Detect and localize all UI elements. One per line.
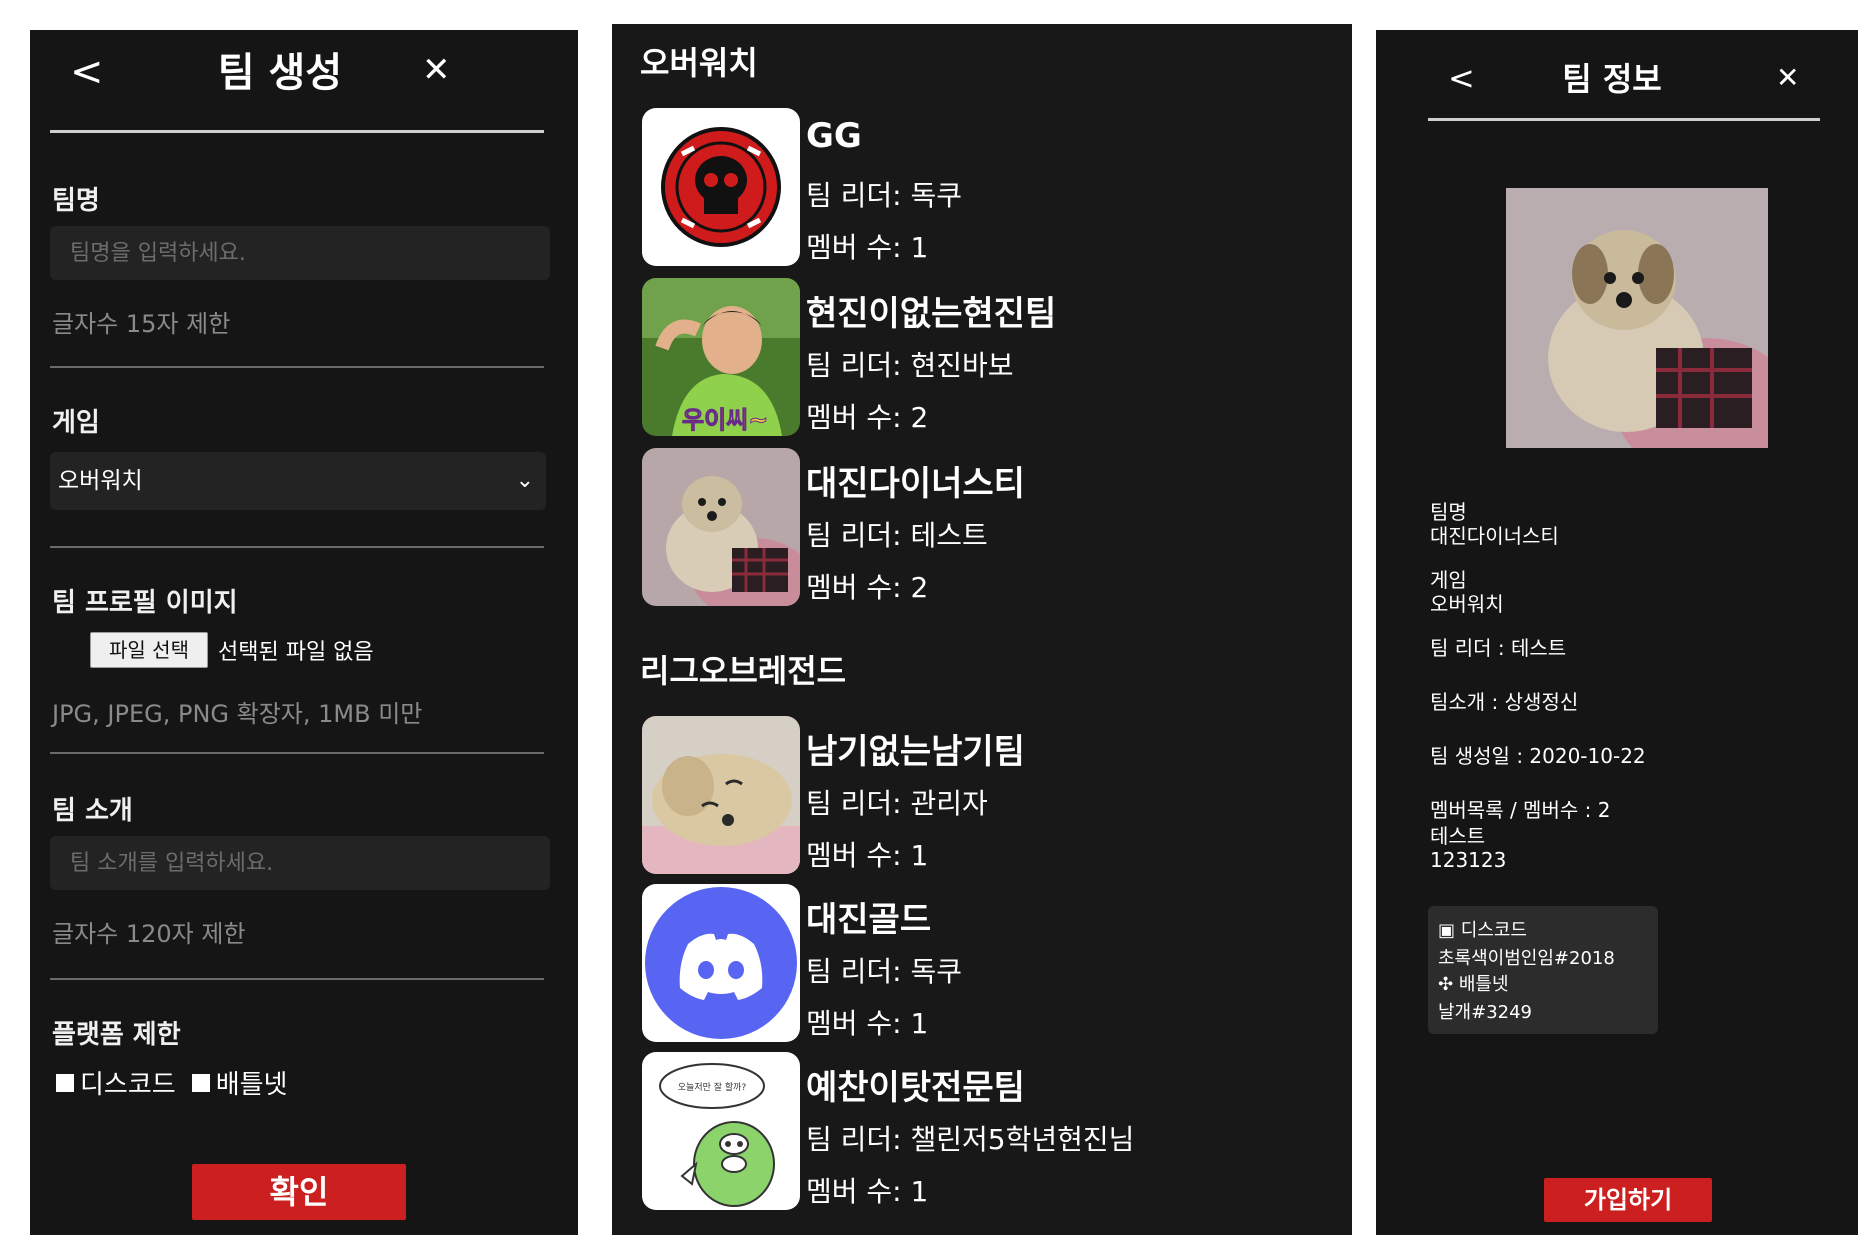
team-profile-image <box>1506 188 1768 448</box>
team-intro: 팀소개 : 상생정신 <box>1430 690 1579 714</box>
team-name: 대진골드 <box>806 900 932 940</box>
discord-row: ▣ 디스코드 <box>1438 916 1527 942</box>
member-item: 123123 <box>1430 848 1507 872</box>
section-title-overwatch: 오버워치 <box>640 44 758 82</box>
section-title-lol: 리그오브레전드 <box>640 652 847 690</box>
chevron-down-icon: ⌄ <box>515 468 534 493</box>
team-info-panel: < 팀 정보 ✕ 팀명 대진다이너스티 게임 오버워치 팀 리더 : 테스트 팀… <box>1376 30 1858 1235</box>
team-member-count: 멤버 수: 2 <box>806 571 929 604</box>
team-leader: 팀 리더: 독쿠 <box>806 179 963 212</box>
team-card[interactable]: 대진골드 팀 리더: 독쿠 멤버 수: 1 <box>642 884 1342 1042</box>
team-card[interactable]: GG 팀 리더: 독쿠 멤버 수: 1 <box>642 108 1342 266</box>
file-status: 선택된 파일 없음 <box>218 640 374 665</box>
battlenet-row: ✣ 배틀넷 <box>1438 970 1509 996</box>
game-select[interactable]: 오버워치 ⌄ <box>50 452 546 510</box>
discord-icon: ▣ <box>1438 920 1456 941</box>
team-member-count: 멤버 수: 1 <box>806 1007 929 1040</box>
team-leader: 팀 리더: 현진바보 <box>806 349 1014 382</box>
team-member-count: 멤버 수: 1 <box>806 1175 929 1208</box>
team-thumbnail <box>642 884 800 1042</box>
team-name-label: 팀명 <box>52 186 100 216</box>
team-member-count: 멤버 수: 1 <box>806 839 929 872</box>
page-title: 팀 정보 <box>1562 60 1662 98</box>
discord-checkbox[interactable] <box>56 1073 74 1092</box>
person-photo-icon: 우이씨~ <box>642 278 800 436</box>
close-button[interactable]: ✕ <box>422 50 451 90</box>
team-name: 대진다이너스티 <box>806 464 1025 504</box>
discord-checkbox-option[interactable]: 디스코드 <box>56 1064 176 1101</box>
battlenet-checkbox-label: 배틀넷 <box>215 1070 288 1100</box>
intro-label: 팀 소개 <box>52 796 133 826</box>
team-leader: 팀 리더: 독쿠 <box>806 955 963 988</box>
discord-label: 디스코드 <box>1460 920 1527 941</box>
platform-label: 플랫폼 제한 <box>52 1020 181 1050</box>
battlenet-checkbox[interactable] <box>191 1073 210 1092</box>
battlenet-id: 날개#3249 <box>1438 1002 1533 1023</box>
discord-id: 초록색이범인임#2018 <box>1438 948 1615 969</box>
divider <box>50 546 544 548</box>
team-member-count: 멤버 수: 1 <box>806 231 929 264</box>
team-name-hint: 글자수 15자 제한 <box>52 310 231 338</box>
game-select-value: 오버워치 <box>58 468 143 494</box>
member-item: 테스트 <box>1430 824 1486 848</box>
battlenet-label: 배틀넷 <box>1458 974 1509 995</box>
confirm-button[interactable]: 확인 <box>192 1164 406 1220</box>
created-date: 팀 생성일 : 2020-10-22 <box>1430 744 1646 768</box>
image-hint: JPG, JPEG, PNG 확장자, 1MB 미만 <box>52 700 423 728</box>
team-member-count: 멤버 수: 2 <box>806 401 929 434</box>
svg-text:오늘저만 잘 할까?: 오늘저만 잘 할까? <box>678 1081 747 1093</box>
team-leader: 팀 리더 : 테스트 <box>1430 636 1567 660</box>
image-label: 팀 프로필 이미지 <box>52 588 238 618</box>
divider <box>50 752 544 754</box>
divider <box>50 978 544 980</box>
divider <box>50 366 544 368</box>
discord-checkbox-label: 디스코드 <box>80 1070 176 1100</box>
red-skull-logo-icon <box>661 127 781 247</box>
back-button[interactable]: < <box>1448 58 1475 98</box>
team-thumbnail <box>642 716 800 874</box>
team-leader: 팀 리더: 챌린저5학년현진님 <box>806 1123 1135 1156</box>
header-divider <box>1428 118 1820 121</box>
team-list-panel: 오버워치 GG 팀 리더: 독쿠 멤버 수: 1 우이씨~ 현진이없는현진팀 팀… <box>612 24 1352 1235</box>
dog-photo-icon <box>1506 188 1768 448</box>
battlenet-icon: ✣ <box>1438 974 1454 995</box>
team-card[interactable]: 남기없는남기팀 팀 리더: 관리자 멤버 수: 1 <box>642 716 1342 874</box>
team-thumbnail: 우이씨~ <box>642 278 800 436</box>
dog-lying-photo-icon <box>642 716 800 874</box>
dog-photo-icon <box>642 448 800 606</box>
team-thumbnail: 오늘저만 잘 할까? <box>642 1052 800 1210</box>
header-divider <box>50 130 544 133</box>
join-button[interactable]: 가입하기 <box>1544 1178 1712 1222</box>
team-thumbnail <box>642 448 800 606</box>
team-leader: 팀 리더: 관리자 <box>806 787 988 820</box>
intro-hint: 글자수 120자 제한 <box>52 920 246 948</box>
battlenet-checkbox-option[interactable]: 배틀넷 <box>191 1064 288 1101</box>
team-card[interactable]: 우이씨~ 현진이없는현진팀 팀 리더: 현진바보 멤버 수: 2 <box>642 278 1342 436</box>
intro-input[interactable] <box>50 836 550 890</box>
team-leader: 팀 리더: 테스트 <box>806 519 988 552</box>
game-label: 게임 <box>52 408 100 438</box>
team-card[interactable]: 대진다이너스티 팀 리더: 테스트 멤버 수: 2 <box>642 448 1342 606</box>
team-thumbnail <box>642 108 800 266</box>
team-card[interactable]: 오늘저만 잘 할까? 예찬이탓전문팀 팀 리더: 챌린저5학년현진님 멤버 수:… <box>642 1052 1342 1210</box>
team-name-input[interactable] <box>50 226 550 280</box>
team-name: GG <box>806 116 862 156</box>
team-name: 현진이없는현진팀 <box>806 294 1057 334</box>
team-name: 예찬이탓전문팀 <box>806 1068 1025 1108</box>
file-select-button[interactable]: 파일 선택 <box>90 632 208 668</box>
platform-box: ▣ 디스코드 초록색이범인임#2018 ✣ 배틀넷 날개#3249 <box>1428 906 1658 1034</box>
game-value: 오버워치 <box>1430 592 1504 616</box>
close-button[interactable]: ✕ <box>1776 58 1799 98</box>
team-name-value: 대진다이너스티 <box>1430 524 1559 548</box>
team-create-panel: < 팀 생성 ✕ 팀명 글자수 15자 제한 게임 오버워치 ⌄ 팀 프로필 이… <box>30 30 578 1235</box>
team-name: 남기없는남기팀 <box>806 732 1025 772</box>
green-cartoon-icon: 오늘저만 잘 할까? <box>659 1063 775 1207</box>
discord-logo-icon <box>645 887 797 1039</box>
member-list-header: 멤버목록 / 멤버수 : 2 <box>1430 798 1611 822</box>
page-title: 팀 생성 <box>217 50 343 96</box>
platform-options: 디스코드 배틀넷 <box>56 1064 303 1101</box>
svg-text:우이씨~: 우이씨~ <box>682 406 768 434</box>
